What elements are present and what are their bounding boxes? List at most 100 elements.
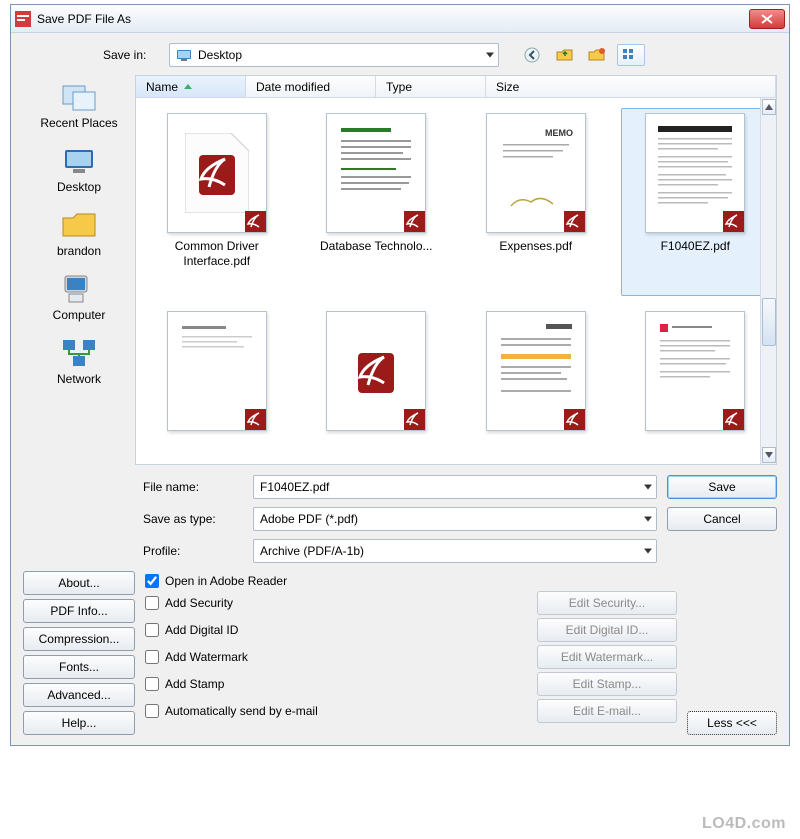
add-stamp-label: Add Stamp <box>165 677 224 691</box>
pdfinfo-button[interactable]: PDF Info... <box>23 599 135 623</box>
place-computer[interactable]: Computer <box>23 267 135 329</box>
file-thumbnail <box>167 113 267 233</box>
back-button[interactable] <box>521 44 545 66</box>
save-in-label: Save in: <box>103 48 163 62</box>
save-button[interactable]: Save <box>667 475 777 499</box>
about-button[interactable]: About... <box>23 571 135 595</box>
place-recent[interactable]: Recent Places <box>23 75 135 137</box>
column-type[interactable]: Type <box>376 76 486 97</box>
file-name: F1040EZ.pdf <box>630 239 760 254</box>
file-list: Name Date modified Type Size Common Driv… <box>135 75 777 465</box>
file-item[interactable] <box>461 306 611 464</box>
cancel-button[interactable]: Cancel <box>667 507 777 531</box>
help-button[interactable]: Help... <box>23 711 135 735</box>
file-item[interactable]: Common Driver Interface.pdf <box>142 108 292 296</box>
titlebar: Save PDF File As <box>11 5 789 33</box>
edit-stamp-button[interactable]: Edit Stamp... <box>537 672 677 696</box>
place-label: Desktop <box>24 180 134 194</box>
save-in-combo[interactable]: Desktop <box>169 43 499 67</box>
auto-email-checkbox[interactable] <box>145 704 159 718</box>
chevron-down-icon <box>644 549 652 554</box>
column-size[interactable]: Size <box>486 76 776 97</box>
app-icon <box>15 11 31 27</box>
file-thumbnail <box>326 113 426 233</box>
place-label: brandon <box>24 244 134 258</box>
file-name: Database Technolo... <box>311 239 441 254</box>
scroll-track[interactable] <box>762 116 776 446</box>
desktop-icon <box>176 47 192 63</box>
pdf-badge-icon <box>245 409 267 431</box>
place-user[interactable]: brandon <box>23 203 135 265</box>
profile-combo[interactable]: Archive (PDF/A-1b) <box>253 539 657 563</box>
place-network[interactable]: Network <box>23 331 135 393</box>
chevron-down-icon <box>644 517 652 522</box>
less-button[interactable]: Less <<< <box>687 711 777 735</box>
sort-asc-icon <box>184 84 192 89</box>
scroll-thumb[interactable] <box>762 298 776 346</box>
chevron-down-icon <box>486 53 494 58</box>
view-icon <box>622 48 636 62</box>
desktop-icon <box>59 144 99 178</box>
pdf-badge-icon <box>723 211 745 233</box>
scroll-up-button[interactable] <box>762 99 776 115</box>
close-button[interactable] <box>749 9 785 29</box>
place-label: Computer <box>24 308 134 322</box>
file-thumbnail <box>645 311 745 431</box>
view-menu-button[interactable] <box>617 44 645 66</box>
saveastype-combo[interactable]: Adobe PDF (*.pdf) <box>253 507 657 531</box>
auto-email-label: Automatically send by e-mail <box>165 704 318 718</box>
advanced-button[interactable]: Advanced... <box>23 683 135 707</box>
add-stamp-checkbox[interactable] <box>145 677 159 691</box>
pdf-badge-icon <box>404 211 426 233</box>
chevron-down-icon <box>644 485 652 490</box>
column-name[interactable]: Name <box>136 76 246 97</box>
close-icon <box>761 14 773 24</box>
file-thumbnail <box>326 311 426 431</box>
filename-label: File name: <box>143 480 243 494</box>
file-thumbnail <box>645 113 745 233</box>
edit-security-button[interactable]: Edit Security... <box>537 591 677 615</box>
pdf-badge-icon <box>404 409 426 431</box>
recent-places-icon <box>59 80 99 114</box>
open-reader-checkbox[interactable] <box>145 574 159 588</box>
add-security-checkbox[interactable] <box>145 596 159 610</box>
edit-digitalid-button[interactable]: Edit Digital ID... <box>537 618 677 642</box>
file-item[interactable] <box>142 306 292 464</box>
file-item[interactable] <box>621 306 771 464</box>
network-icon <box>59 336 99 370</box>
file-item[interactable]: MEMO Expenses.pdf <box>461 108 611 296</box>
add-watermark-checkbox[interactable] <box>145 650 159 664</box>
edit-email-button[interactable]: Edit E-mail... <box>537 699 677 723</box>
column-date[interactable]: Date modified <box>246 76 376 97</box>
file-thumbnail <box>167 311 267 431</box>
user-folder-icon <box>59 208 99 242</box>
column-headers: Name Date modified Type Size <box>136 76 776 98</box>
file-grid: Common Driver Interface.pdf Database Tec… <box>136 98 776 464</box>
up-one-level-button[interactable] <box>553 44 577 66</box>
filename-combo[interactable]: F1040EZ.pdf <box>253 475 657 499</box>
save-in-value: Desktop <box>198 48 242 62</box>
scrollbar[interactable] <box>760 98 776 464</box>
options-checkboxes: Open in Adobe Reader Add Security Edit S… <box>145 571 677 735</box>
pdf-badge-icon <box>564 409 586 431</box>
place-label: Recent Places <box>24 116 134 130</box>
fonts-button[interactable]: Fonts... <box>23 655 135 679</box>
pdf-badge-icon <box>564 211 586 233</box>
pdf-badge-icon <box>245 211 267 233</box>
pdf-large-icon <box>185 133 249 213</box>
place-desktop[interactable]: Desktop <box>23 139 135 201</box>
file-thumbnail: MEMO <box>486 113 586 233</box>
back-icon <box>524 47 542 63</box>
open-reader-label: Open in Adobe Reader <box>165 574 287 588</box>
file-name: Expenses.pdf <box>471 239 601 254</box>
file-item[interactable] <box>302 306 452 464</box>
save-dialog: Save PDF File As Save in: Desktop <box>10 4 790 746</box>
scroll-down-button[interactable] <box>762 447 776 463</box>
new-folder-button[interactable] <box>585 44 609 66</box>
compression-button[interactable]: Compression... <box>23 627 135 651</box>
side-buttons: About... PDF Info... Compression... Font… <box>23 571 135 735</box>
file-item[interactable]: F1040EZ.pdf <box>621 108 771 296</box>
edit-watermark-button[interactable]: Edit Watermark... <box>537 645 677 669</box>
file-item[interactable]: Database Technolo... <box>302 108 452 296</box>
add-digitalid-checkbox[interactable] <box>145 623 159 637</box>
